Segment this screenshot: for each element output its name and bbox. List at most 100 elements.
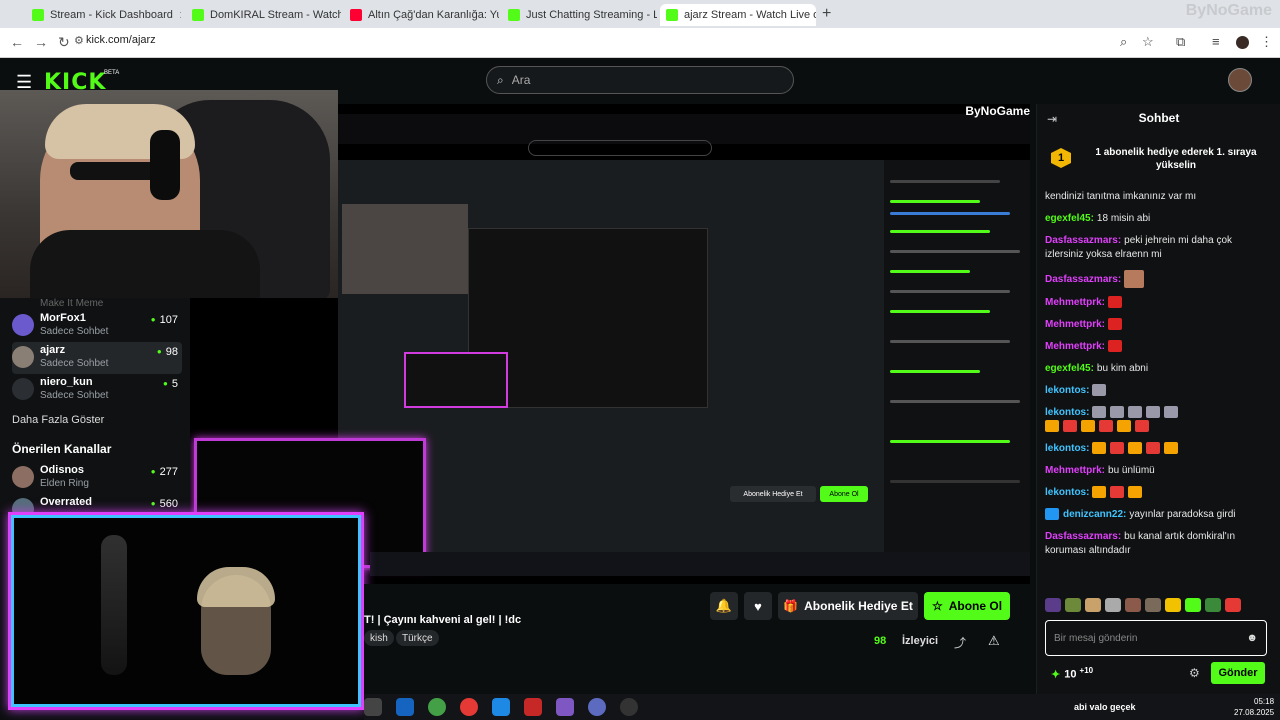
channel-points[interactable]: ✦ 10 +10	[1051, 666, 1093, 681]
share-icon[interactable]: ⤴	[954, 634, 966, 651]
follow-heart-button[interactable]: ♥	[744, 592, 772, 620]
chat-input-box[interactable]: ☻	[1045, 620, 1267, 656]
captured-subscribe-button: Abone Ol	[820, 486, 868, 502]
tab-search-icon[interactable]: ≡	[1212, 34, 1220, 49]
channel-name: Overrated	[40, 496, 92, 508]
taskbar-app-icon[interactable]	[556, 698, 574, 716]
emote-icon[interactable]	[1125, 598, 1141, 612]
chat-username[interactable]: Mehmettprk:	[1045, 341, 1105, 352]
extensions-icon[interactable]: ⧉	[1176, 34, 1185, 50]
chat-message: lekontos:	[1045, 406, 1273, 434]
emote-icon[interactable]	[1185, 598, 1201, 612]
zoom-icon[interactable]: ⌕	[1120, 34, 1127, 50]
search-input[interactable]	[511, 73, 762, 87]
chat-username[interactable]: lekontos:	[1045, 487, 1089, 498]
search-bar[interactable]: ⌕	[486, 66, 794, 94]
forward-icon[interactable]: →	[34, 34, 48, 50]
sidebar-channel-morfox1[interactable]: MorFox1 Sadece Sohbet 107	[12, 310, 182, 342]
browser-tab[interactable]: Stream - Kick Dashboard ✕	[26, 4, 181, 26]
emote-icon[interactable]	[1225, 598, 1241, 612]
gift-subscription-button[interactable]: 🎁 Abonelik Hediye Et	[778, 592, 918, 620]
browser-tab[interactable]: Just Chatting Streaming - Live S ✕	[502, 4, 657, 26]
sidebar-channel-odisnos[interactable]: Odisnos Elden Ring 277	[12, 462, 182, 494]
channel-name: MorFox1	[40, 312, 86, 324]
emote-icon[interactable]	[1165, 598, 1181, 612]
notification-bell-button[interactable]: 🔔	[710, 592, 738, 620]
chat-username[interactable]: Dasfassazmars:	[1045, 274, 1121, 285]
back-icon[interactable]: ←	[10, 34, 24, 50]
channel-category: Sadece Sohbet	[40, 358, 109, 369]
emote-icon[interactable]	[1045, 598, 1061, 612]
viewer-count: 98	[874, 635, 887, 647]
channel-avatar	[12, 378, 34, 400]
stream-info: T! | Çayını kahveni al gel! | !dc kish T…	[364, 584, 1030, 694]
opera-icon[interactable]	[460, 698, 478, 716]
chat-message-list: kendinizi tanıtma imkanınız var mı egexf…	[1045, 190, 1273, 624]
points-value: 10	[1064, 668, 1077, 681]
browser-tab-active[interactable]: ajarz Stream - Watch Live o 🔊 ✕	[660, 4, 816, 26]
close-icon[interactable]: ✕	[179, 9, 181, 22]
gift-leaderboard-banner[interactable]: 1 1 abonelik hediye ederek 1. sıraya yük…	[1045, 140, 1273, 186]
emote-icon[interactable]	[1145, 598, 1161, 612]
clock-time: 05:18	[1254, 697, 1275, 706]
browser-tab[interactable]: DomKIRAL Stream - Watch Live ✕	[186, 4, 341, 26]
chat-username[interactable]: lekontos:	[1045, 385, 1089, 396]
more-menu-icon[interactable]: ⋮	[1260, 34, 1273, 50]
chat-username[interactable]: Dasfassazmars:	[1045, 235, 1121, 246]
sidebar-channel-niero-kun[interactable]: niero_kun Sadece Sohbet 5	[12, 374, 182, 406]
chat-username[interactable]: egexfel45:	[1045, 363, 1094, 374]
channel-viewer-count: 5	[163, 378, 178, 390]
chrome-icon[interactable]	[428, 698, 446, 716]
emote-icon[interactable]	[1105, 598, 1121, 612]
search-icon: ⌕	[497, 72, 504, 87]
chat-username[interactable]: Mehmettprk:	[1045, 297, 1105, 308]
chat-message: Dasfassazmars: peki jehrein mi daha çok i…	[1045, 235, 1233, 260]
emote-icon[interactable]	[1085, 598, 1101, 612]
profile-avatar[interactable]	[1236, 36, 1249, 49]
chat-username[interactable]: Mehmettprk:	[1045, 465, 1105, 476]
chat-username[interactable]: Dasfassazmars:	[1045, 531, 1121, 542]
chat-username[interactable]: lekontos:	[1045, 407, 1089, 418]
subscribe-button[interactable]: ☆ Abone Ol	[924, 592, 1010, 620]
chat-input[interactable]	[1054, 632, 1247, 644]
bynogame-watermark: ByNoGame	[1185, 2, 1272, 19]
obs-icon[interactable]	[620, 698, 638, 716]
star-icon: ☆	[931, 599, 943, 613]
discord-icon[interactable]	[588, 698, 606, 716]
send-button[interactable]: Gönder	[1211, 662, 1265, 684]
system-clock[interactable]: 05:18 27.08.2025	[1234, 696, 1274, 718]
chat-message: Dasfassazmars:	[1045, 270, 1273, 288]
stream-tag[interactable]: kish	[364, 630, 394, 646]
browser-tab-bar: Stream - Kick Dashboard ✕ DomKIRAL Strea…	[0, 0, 1280, 28]
chat-message: lekontos:	[1045, 486, 1273, 500]
chat-message: egexfel45: bu kim abni	[1045, 363, 1149, 374]
taskbar-app-icon[interactable]	[524, 698, 542, 716]
emoji-icon[interactable]: ☻	[1246, 632, 1258, 644]
report-warning-icon[interactable]: ⚠	[988, 633, 1000, 649]
chat-username[interactable]: lekontos:	[1045, 443, 1089, 454]
url-field[interactable]: kick.com/ajarz	[86, 34, 156, 46]
site-info-icon[interactable]: ⚙	[74, 34, 84, 47]
chat-username[interactable]: denizcann22:	[1063, 509, 1126, 520]
taskbar-app-icon[interactable]	[396, 698, 414, 716]
chat-username[interactable]: egexfel45:	[1045, 213, 1094, 224]
taskbar-app-icon[interactable]	[364, 698, 382, 716]
chat-settings-gear-icon[interactable]: ⚙	[1189, 666, 1200, 680]
tray-notification-text: abi valo geçek	[1074, 702, 1136, 712]
bookmark-star-icon[interactable]: ☆	[1142, 34, 1154, 50]
chat-message: Dasfassazmars: bu kanal artık domkiral'ın…	[1045, 531, 1236, 556]
telegram-icon[interactable]	[492, 698, 510, 716]
chat-username[interactable]: Mehmettprk:	[1045, 319, 1105, 330]
sidebar-channel-ajarz[interactable]: ajarz Sadece Sohbet 98	[12, 342, 182, 374]
user-avatar[interactable]	[1228, 68, 1252, 92]
emote-icon[interactable]	[1205, 598, 1221, 612]
browser-tab[interactable]: Altın Çağ'dan Karanlığa: Yuga S ✕	[344, 4, 499, 26]
stream-tag[interactable]: Türkçe	[396, 630, 439, 646]
chat-message: lekontos:	[1045, 442, 1273, 456]
show-more-link[interactable]: Daha Fazla Göster	[12, 414, 104, 426]
channel-viewer-count: 98	[157, 346, 178, 358]
new-tab-button[interactable]: +	[822, 5, 831, 23]
collapse-chat-icon[interactable]: ⇥	[1047, 112, 1057, 126]
emote-icon[interactable]	[1065, 598, 1081, 612]
reload-icon[interactable]: ↻	[58, 34, 70, 51]
